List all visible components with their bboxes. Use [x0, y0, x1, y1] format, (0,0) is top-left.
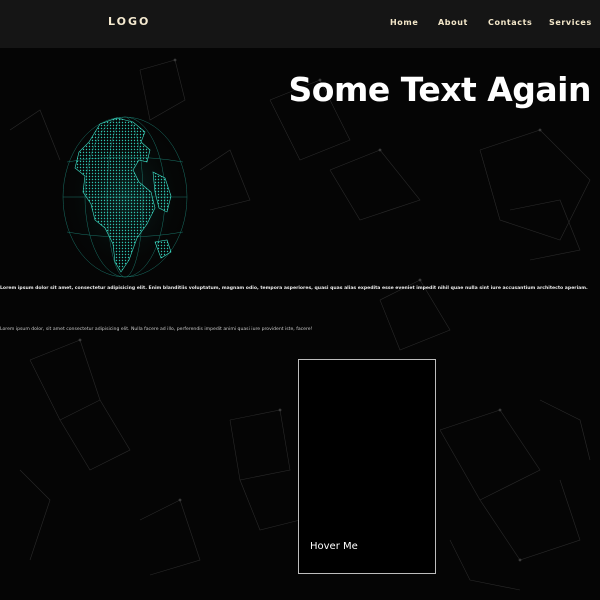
nav-link-services[interactable]: Services	[549, 18, 592, 27]
nav-link-home[interactable]: Home	[390, 18, 418, 27]
hover-card-label: Hover Me	[310, 541, 358, 552]
nav-link-contacts[interactable]: Contacts	[488, 18, 532, 27]
hover-card[interactable]: Hover Me	[298, 359, 436, 574]
nav-link-about[interactable]: About	[438, 18, 468, 27]
navbar: LOGO Home About Contacts Services	[0, 0, 600, 48]
globe-icon	[57, 112, 193, 282]
logo[interactable]: LOGO	[108, 15, 150, 28]
hero-title: Some Text Again	[288, 70, 592, 109]
intro-paragraph: Lorem ipsum dolor sit amet, consectetur …	[0, 286, 588, 291]
secondary-paragraph: Lorem ipsum dolor, sit amet consectetur …	[0, 327, 313, 332]
